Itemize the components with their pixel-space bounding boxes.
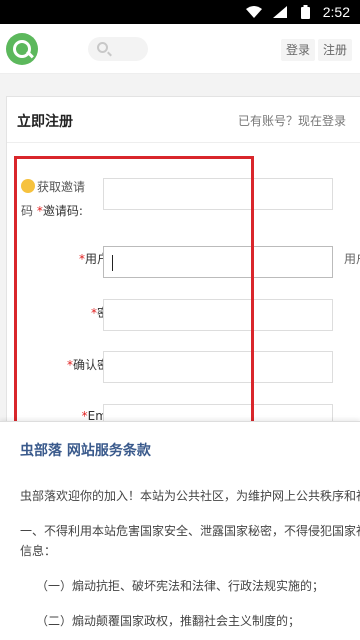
signal-icon — [271, 5, 289, 19]
clock: 2:52 — [322, 4, 350, 20]
status-bar: 2:52 — [0, 0, 360, 24]
battery-icon — [297, 5, 315, 19]
have-account-link[interactable]: 已有账号？现在登录 — [238, 112, 346, 129]
username-hint: 用户 — [344, 252, 360, 266]
wifi-icon — [245, 5, 263, 19]
card-header: 立即注册 已有账号？现在登录 — [7, 97, 360, 143]
terms-paragraph: （一）煽动抗拒、破坏宪法和法律、行政法规实施的； — [36, 579, 325, 593]
register-button[interactable]: 注册 — [318, 39, 353, 61]
page-title: 立即注册 — [17, 114, 73, 130]
login-button[interactable]: 登录 — [281, 39, 316, 61]
terms-paragraph: 一、不得利用本站危害国家安全、泄露国家秘密，不得侵犯国家社 — [20, 524, 360, 538]
terms-title: 虫部落 网站服务条款 — [20, 443, 151, 459]
terms-panel[interactable]: 虫部落 网站服务条款 虫部落欢迎你的加入！本站为公共社区，为维护网上公共秩序和社… — [0, 421, 360, 640]
terms-paragraph: 信息： — [20, 544, 57, 558]
highlight-box — [14, 156, 254, 436]
site-logo[interactable] — [6, 33, 38, 65]
search-icon — [97, 42, 108, 53]
app-header: 登录 注册 — [0, 24, 360, 74]
search-box[interactable] — [88, 37, 148, 61]
terms-paragraph: （二）煽动颠覆国家政权，推翻社会主义制度的； — [36, 614, 301, 628]
terms-paragraph: 虫部落欢迎你的加入！本站为公共社区，为维护网上公共秩序和社 — [20, 489, 360, 503]
